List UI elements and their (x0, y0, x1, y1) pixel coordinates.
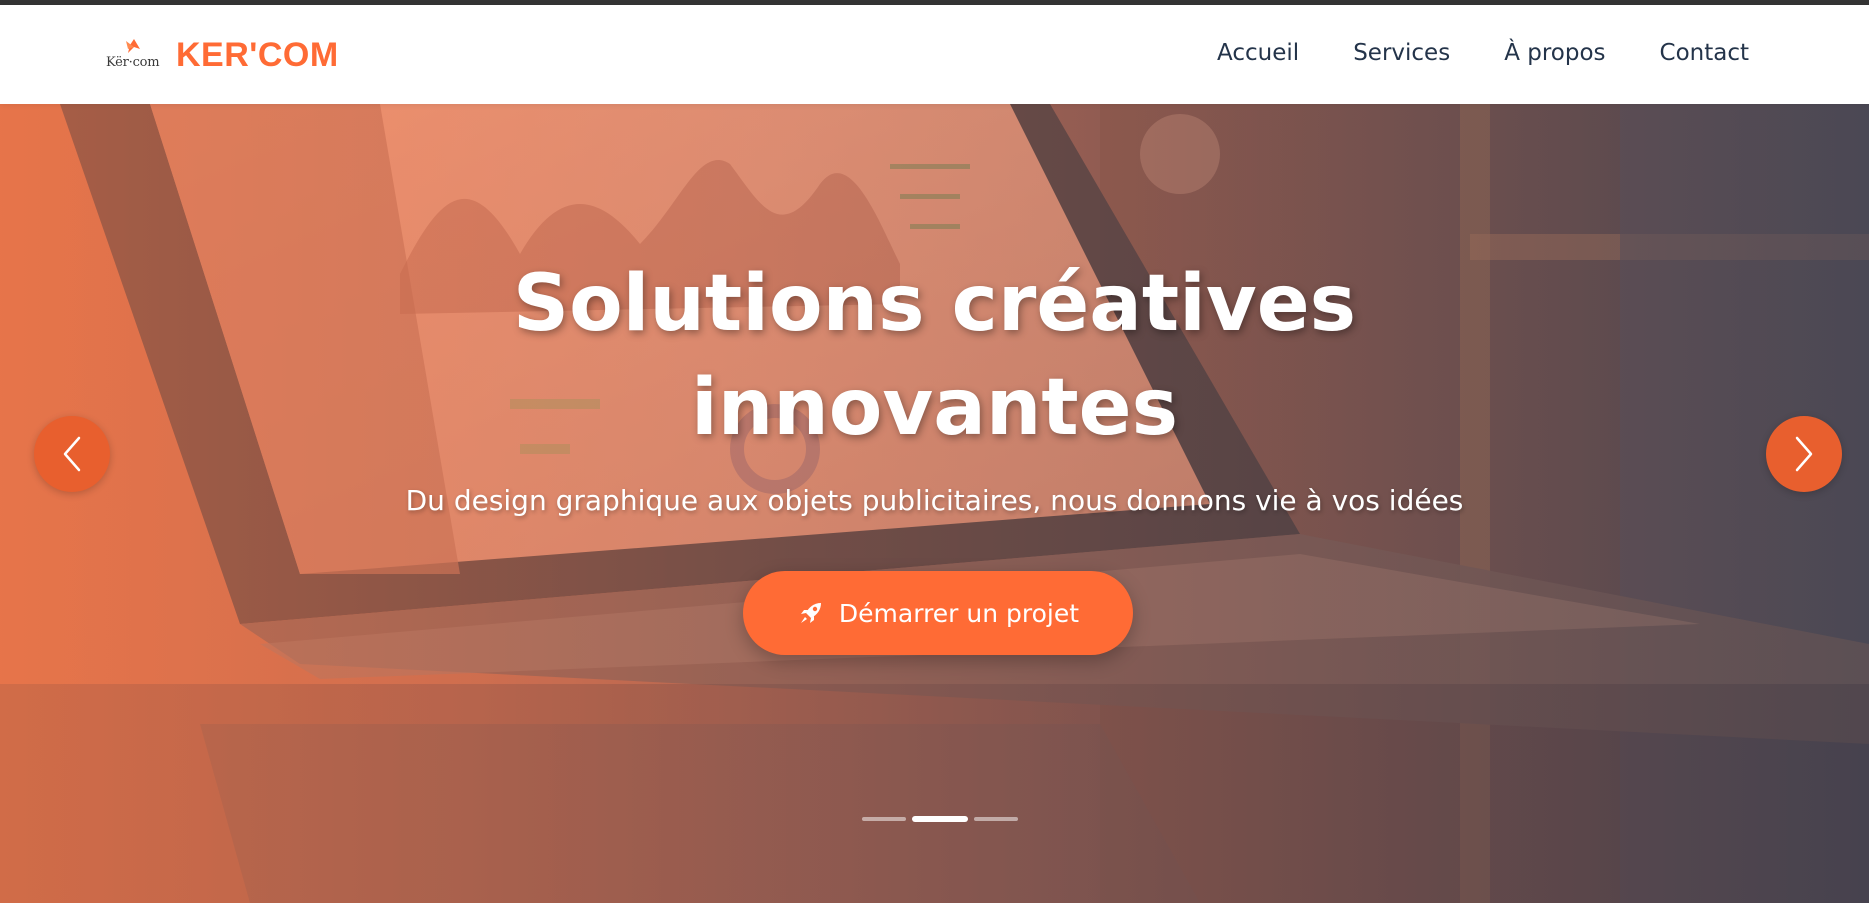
hero-carousel: Solutions créatives innovantes Du design… (0, 104, 1869, 903)
nav-menu: Accueil Services À propos Contact (1217, 40, 1749, 66)
carousel-prev-button[interactable] (34, 416, 110, 492)
hero-title-line1: Solutions créatives (512, 259, 1357, 349)
chevron-right-icon (1795, 436, 1813, 472)
rocket-icon (797, 599, 825, 627)
brand-logo: Kër·com (104, 35, 160, 75)
brand-logo-text: Kër·com (106, 55, 160, 70)
nav-link-accueil[interactable]: Accueil (1217, 40, 1299, 66)
carousel-indicators (862, 816, 1018, 822)
hero-subtitle: Du design graphique aux objets publicita… (405, 484, 1464, 517)
carousel-indicator-3[interactable] (974, 817, 1018, 821)
nav-link-services[interactable]: Services (1353, 40, 1450, 66)
brand-link[interactable]: Kër·com KER'COM (104, 35, 339, 75)
chevron-left-icon (63, 436, 81, 472)
navbar: Kër·com KER'COM Accueil Services À propo… (0, 5, 1869, 104)
carousel-next-button[interactable] (1766, 416, 1842, 492)
carousel-indicator-2[interactable] (912, 816, 968, 822)
nav-link-contact[interactable]: Contact (1660, 40, 1749, 66)
start-project-button[interactable]: Démarrer un projet (743, 571, 1133, 655)
nav-link-a-propos[interactable]: À propos (1504, 40, 1605, 66)
brand-name: KER'COM (176, 35, 339, 74)
hero-title: Solutions créatives innovantes (0, 252, 1869, 460)
hero-title-line2: innovantes (690, 363, 1178, 453)
carousel-indicator-1[interactable] (862, 817, 906, 821)
hero-content: Solutions créatives innovantes Du design… (0, 104, 1869, 903)
start-project-label: Démarrer un projet (838, 598, 1080, 628)
